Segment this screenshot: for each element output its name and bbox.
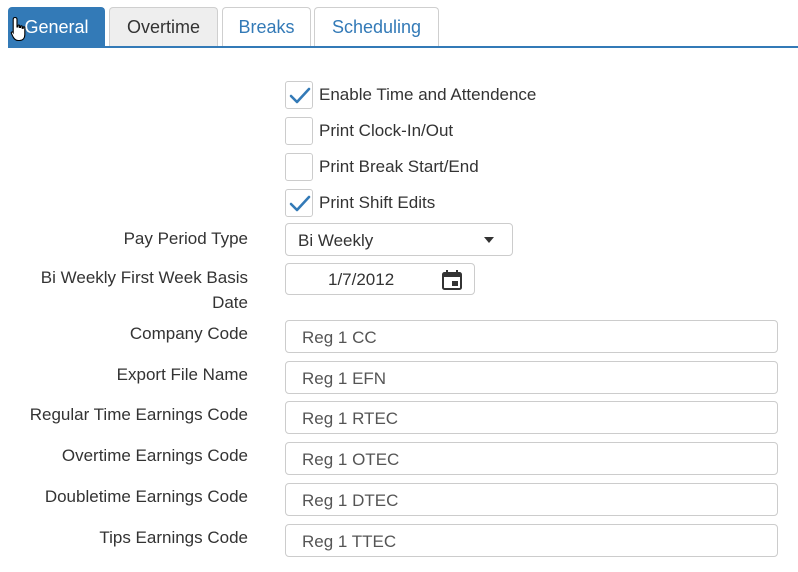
print-clock-label: Print Clock-In/Out	[319, 121, 454, 140]
checkmark-icon	[289, 87, 311, 104]
tab-breaks[interactable]: Breaks	[222, 7, 311, 46]
tab-scheduling[interactable]: Scheduling	[314, 7, 439, 46]
company-code-input[interactable]: Reg 1 CC	[285, 320, 778, 353]
regular-time-earnings-code-label: Regular Time Earnings Code	[29, 405, 248, 424]
first-week-basis-date-label-line1: Bi Weekly First Week Basis	[40, 268, 248, 287]
export-file-name-label: Export File Name	[116, 365, 248, 384]
tips-earnings-code-label: Tips Earnings Code	[99, 528, 248, 547]
first-week-basis-date-input[interactable]: 1/7/2012	[285, 263, 475, 295]
pay-period-type-label: Pay Period Type	[123, 229, 248, 248]
doubletime-earnings-code-label: Doubletime Earnings Code	[44, 487, 248, 506]
company-code-label: Company Code	[129, 324, 248, 343]
first-week-basis-date-label: Bi Weekly First Week Basis Date	[8, 265, 248, 315]
print-shift-edits-checkbox[interactable]	[285, 189, 313, 217]
enable-time-attendance-checkbox[interactable]	[285, 81, 313, 109]
checkmark-icon	[289, 195, 311, 212]
print-clock-checkbox[interactable]	[285, 117, 313, 145]
calendar-icon[interactable]	[441, 269, 463, 291]
print-shift-edits-label: Print Shift Edits	[319, 193, 436, 212]
overtime-earnings-code-input[interactable]: Reg 1 OTEC	[285, 442, 778, 475]
pay-period-type-select[interactable]: Bi Weekly	[285, 223, 513, 256]
caret-down-icon	[484, 237, 494, 243]
first-week-basis-date-value: 1/7/2012	[328, 270, 395, 289]
export-file-name-input[interactable]: Reg 1 EFN	[285, 361, 778, 394]
tab-bar: General Overtime Breaks Scheduling	[8, 7, 798, 46]
tab-overtime[interactable]: Overtime	[109, 7, 218, 46]
print-break-checkbox[interactable]	[285, 153, 313, 181]
first-week-basis-date-label-line2: Date	[212, 293, 248, 312]
overtime-earnings-code-label: Overtime Earnings Code	[61, 446, 248, 465]
tab-underline	[8, 46, 798, 48]
doubletime-earnings-code-input[interactable]: Reg 1 DTEC	[285, 483, 778, 516]
print-break-label: Print Break Start/End	[319, 157, 479, 176]
regular-time-earnings-code-input[interactable]: Reg 1 RTEC	[285, 401, 778, 434]
tips-earnings-code-input[interactable]: Reg 1 TTEC	[285, 524, 778, 557]
enable-time-attendance-label: Enable Time and Attendence	[319, 85, 537, 104]
tab-general[interactable]: General	[8, 7, 105, 46]
pay-period-type-value: Bi Weekly	[298, 231, 374, 250]
